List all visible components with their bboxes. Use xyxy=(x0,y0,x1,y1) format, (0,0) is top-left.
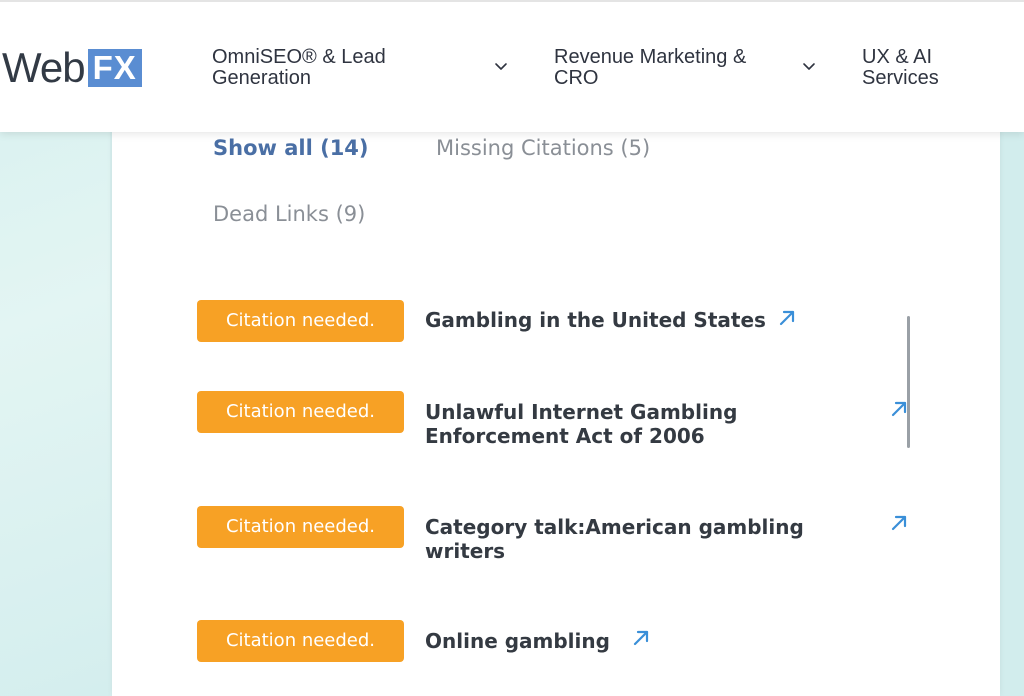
result-title-line: Gambling in the United States xyxy=(425,308,766,332)
nav-item-label: Revenue Marketing & xyxy=(554,46,747,68)
nav-item-omniseo[interactable]: OmniSEO® & Lead Generation xyxy=(212,47,386,89)
external-link-icon[interactable] xyxy=(632,629,650,647)
result-title-line: Enforcement Act of 2006 xyxy=(425,424,705,448)
filter-dead-links[interactable]: Dead Links (9) xyxy=(213,202,365,226)
result-title-line: Category talk:American gambling xyxy=(425,515,804,539)
nav-item-label: Generation xyxy=(212,67,311,89)
result-title-line: Online gambling xyxy=(425,629,610,653)
citation-badge: Citation needed. xyxy=(197,391,404,433)
scrollbar[interactable] xyxy=(907,316,910,448)
external-link-icon[interactable] xyxy=(890,400,908,418)
logo-text-web: Web xyxy=(2,44,86,91)
chevron-down-icon[interactable] xyxy=(494,60,508,74)
external-link-icon[interactable] xyxy=(778,309,796,327)
nav-item-label: OmniSEO® & Lead xyxy=(212,46,386,68)
nav-item-ux-ai-services[interactable]: UX & AI Services xyxy=(862,47,939,89)
result-title-link[interactable]: Online gambling xyxy=(425,629,610,653)
nav-item-label: UX & AI xyxy=(862,46,933,68)
site-header: Web FX OmniSEO® & Lead Generation Revenu… xyxy=(0,0,1024,132)
nav-item-label: Services xyxy=(862,67,939,89)
nav-item-revenue-marketing[interactable]: Revenue Marketing & CRO xyxy=(554,47,746,89)
result-title-link[interactable]: Unlawful Internet Gambling Enforcement A… xyxy=(425,400,737,448)
result-title-link[interactable]: Category talk:American gambling writers xyxy=(425,515,804,563)
webfx-logo[interactable]: Web FX xyxy=(2,47,142,89)
external-link-icon[interactable] xyxy=(890,514,908,532)
chevron-down-icon[interactable] xyxy=(802,60,816,74)
result-title-link[interactable]: Gambling in the United States xyxy=(425,308,766,332)
citation-badge: Citation needed. xyxy=(197,300,404,342)
result-title-line: Unlawful Internet Gambling xyxy=(425,400,738,424)
logo-text-fx: FX xyxy=(87,49,142,87)
nav-item-label: CRO xyxy=(554,67,599,89)
citation-badge: Citation needed. xyxy=(197,620,404,662)
citation-badge: Citation needed. xyxy=(197,506,404,548)
filter-missing-citations[interactable]: Missing Citations (5) xyxy=(436,136,650,160)
result-title-line: writers xyxy=(425,539,506,563)
filter-show-all[interactable]: Show all (14) xyxy=(213,136,369,160)
